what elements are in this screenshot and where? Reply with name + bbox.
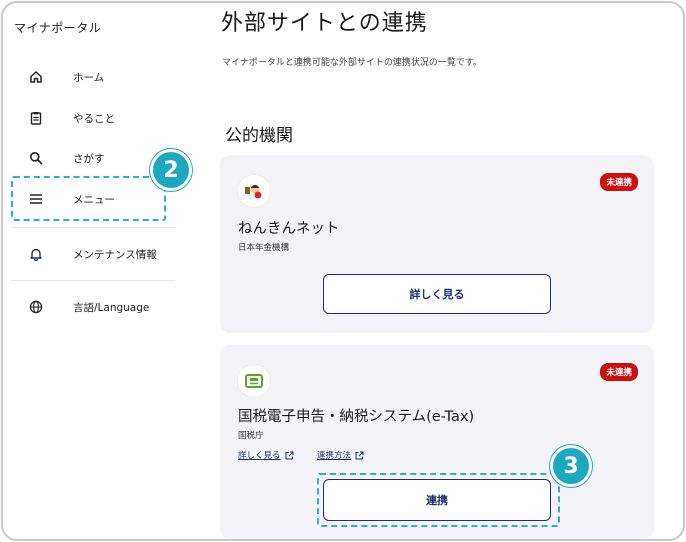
- sidebar-item-label: ホーム: [73, 71, 105, 84]
- sidebar-divider: [11, 280, 175, 281]
- external-link-icon: [355, 451, 364, 459]
- main-content: 外部サイトとの連携 マイナポータルと連携可能な外部サイトの連携状況の一覧です。 …: [193, 3, 683, 539]
- sidebar-item-language[interactable]: 言語/Language: [11, 289, 175, 325]
- sidebar-divider: [11, 227, 175, 228]
- app-window: マイナポータル ホーム やること さがす メニュー 2 メンテナンス情報 言語/…: [1, 1, 685, 541]
- card-organization: 日本年金機構: [238, 243, 290, 253]
- nenkin-logo-icon: [238, 175, 270, 207]
- menu-highlight-box: [11, 176, 166, 221]
- service-card-etax: 未連携 国税電子申告・納税システム(e-Tax) 国税庁 詳しく見る 連携方法 …: [220, 345, 654, 539]
- status-badge: 未連携: [600, 173, 638, 191]
- clipboard-icon: [21, 111, 51, 125]
- etax-logo-icon: [238, 365, 270, 397]
- sidebar-item-todo[interactable]: やること: [11, 100, 175, 136]
- card-title: ねんきんネット: [238, 221, 340, 237]
- link-button-highlight-box: [317, 473, 560, 527]
- sidebar: マイナポータル ホーム やること さがす メニュー 2 メンテナンス情報 言語/…: [3, 3, 193, 539]
- card-title: 国税電子申告・納税システム(e-Tax): [238, 409, 475, 425]
- sidebar-item-maintenance[interactable]: メンテナンス情報: [11, 236, 175, 272]
- sidebar-item-home[interactable]: ホーム: [11, 59, 175, 95]
- search-icon: [21, 151, 51, 165]
- page-title: 外部サイトとの連携: [221, 11, 428, 36]
- service-card-nenkin: 未連携 ねんきんネット 日本年金機構 詳しく見る: [220, 155, 654, 333]
- status-badge: 未連携: [600, 363, 638, 381]
- sidebar-item-label: やること: [73, 112, 115, 125]
- page-description: マイナポータルと連携可能な外部サイトの連携状況の一覧です。: [222, 58, 482, 68]
- step-2-badge: 2: [150, 149, 192, 191]
- sidebar-item-label: 言語/Language: [73, 301, 150, 314]
- sidebar-item-label: さがす: [73, 152, 105, 165]
- bell-icon: [21, 247, 51, 261]
- globe-icon: [21, 300, 51, 314]
- step-3-badge: 3: [550, 445, 592, 487]
- link-method-link[interactable]: 連携方法: [317, 449, 364, 461]
- section-title: 公的機関: [225, 126, 293, 146]
- home-icon: [21, 70, 51, 84]
- brand-title: マイナポータル: [14, 21, 102, 35]
- details-link[interactable]: 詳しく見る: [238, 449, 294, 461]
- sidebar-item-label: メンテナンス情報: [73, 248, 157, 261]
- details-button[interactable]: 詳しく見る: [323, 274, 551, 314]
- card-organization: 国税庁: [238, 431, 264, 441]
- external-link-icon: [285, 451, 294, 459]
